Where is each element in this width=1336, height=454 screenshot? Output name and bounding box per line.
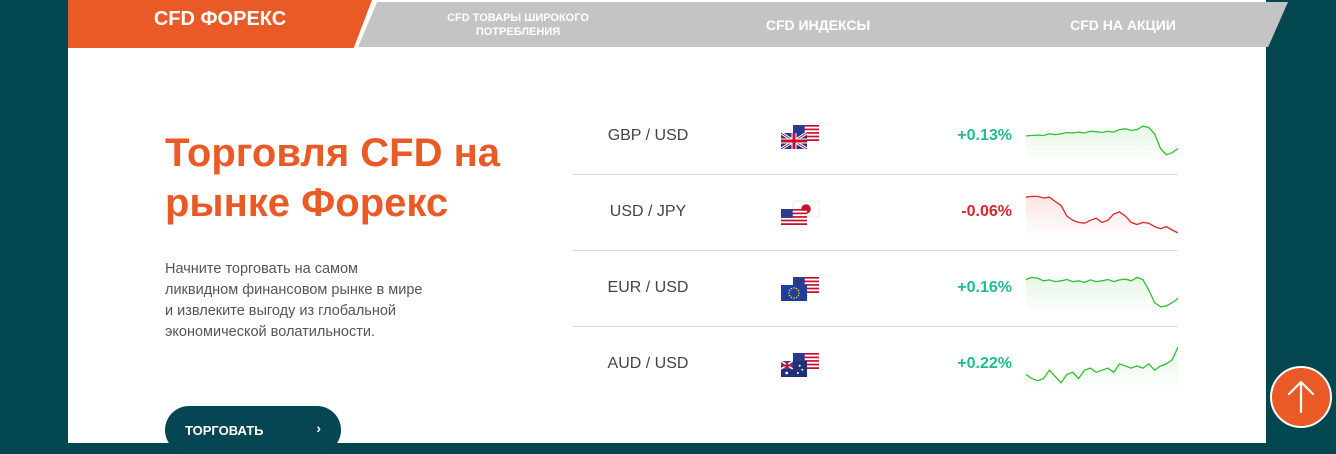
pair-flags	[780, 353, 819, 377]
tab-cfd-stocks[interactable]: CFD НА АКЦИИ	[958, 2, 1288, 47]
sparkline-chart	[1026, 346, 1178, 391]
currency-pair: EUR / USD	[607, 279, 689, 296]
currency-pair: USD / JPY	[609, 203, 687, 220]
hero-description: Начните торговать на самом ликвидном фин…	[165, 261, 423, 340]
price-change: +0.22%	[957, 355, 1012, 372]
quote-row[interactable]: AUD / USD +0.22%	[572, 327, 1178, 402]
trade-button-label: ТОРГОВАТЬ	[185, 422, 264, 438]
tab-cfd-commodities[interactable]: CFD ТОВАРЫ ШИРОКОГО ПОТРЕБЛЕНИЯ	[358, 2, 678, 47]
tab-label: CFD ТОВАРЫ ШИРОКОГО ПОТРЕБЛЕНИЯ	[447, 11, 589, 38]
quote-row[interactable]: USD / JPY -0.06%	[572, 175, 1178, 251]
tab-cfd-indices[interactable]: CFD ИНДЕКСЫ	[658, 2, 978, 47]
sparkline-chart	[1026, 125, 1178, 163]
pair-flags	[781, 200, 820, 225]
currency-pair: AUD / USD	[607, 355, 689, 372]
sparkline-area	[1026, 196, 1178, 239]
trade-button[interactable]: ТОРГОВАТЬ ›	[165, 406, 341, 454]
sparkline-chart	[1026, 195, 1178, 239]
gb-flag-icon	[780, 131, 808, 151]
price-change: -0.06%	[961, 203, 1012, 220]
au-flag-icon	[780, 360, 807, 377]
tab-label: CFD НА АКЦИИ	[1070, 16, 1176, 33]
eu-flag-icon	[781, 285, 807, 301]
quotes-list: GBP / USD +0.13% USD / JPY -0.06% EUR / …	[572, 99, 1178, 402]
price-change: +0.16%	[957, 279, 1012, 296]
tab-label: CFD ИНДЕКСЫ	[765, 16, 871, 33]
sparkline-area	[1026, 277, 1178, 315]
quote-row[interactable]: EUR / USD +0.16%	[572, 251, 1178, 327]
quote-row[interactable]: GBP / USD +0.13%	[572, 99, 1178, 175]
pair-flags	[781, 277, 819, 301]
tab-cfd-forex[interactable]: CFD ФОРЕКС	[68, 0, 372, 48]
sparkline-chart	[1026, 276, 1178, 315]
price-change: +0.13%	[957, 127, 1012, 144]
scroll-to-top-button[interactable]	[1270, 366, 1332, 428]
tab-label: CFD ФОРЕКС	[153, 8, 287, 30]
sparkline-area	[1026, 126, 1178, 163]
hero-title: Торговля CFD на рынке Форекс	[165, 131, 500, 225]
pair-flags	[780, 125, 819, 151]
chevron-right-icon: ›	[316, 420, 321, 436]
currency-pair: GBP / USD	[607, 127, 689, 144]
arrow-up-icon	[1287, 380, 1315, 414]
category-tabs: CFD ФОРЕКС CFD ТОВАРЫ ШИРОКОГО ПОТРЕБЛЕН…	[68, 0, 1288, 48]
us-flag-icon	[781, 209, 807, 225]
